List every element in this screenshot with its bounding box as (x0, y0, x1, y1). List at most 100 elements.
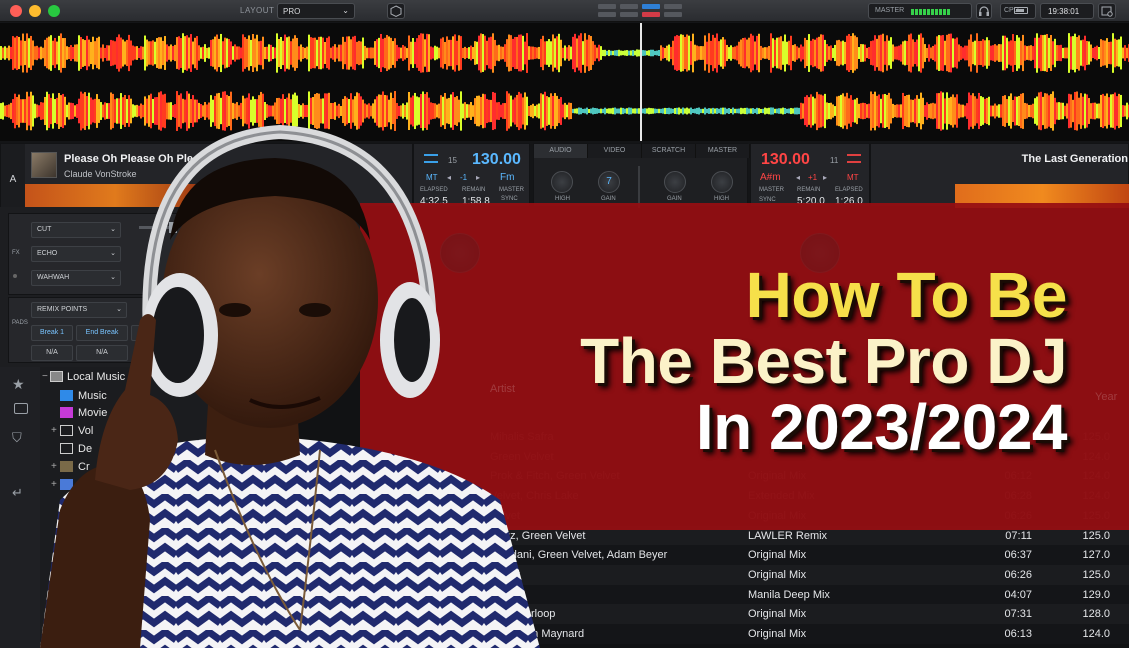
deck-b-mt[interactable]: MT (847, 173, 859, 182)
gain-knob-a[interactable]: 7 (598, 171, 620, 193)
waveform-sample (74, 105, 76, 117)
waveform-sample (616, 108, 618, 114)
waveform-sample (840, 94, 842, 128)
waveform-sample (322, 37, 324, 69)
deck-b-key[interactable]: A#m (760, 172, 781, 183)
layout-value: PRO (283, 7, 301, 16)
waveform-sample (694, 108, 696, 114)
waveform-sample (728, 108, 730, 114)
headphones-icon[interactable] (976, 3, 992, 19)
waveform-sample (396, 103, 398, 119)
waveform-sample (760, 45, 762, 61)
browser-col-year: Year (1095, 391, 1118, 403)
waveform-sample (244, 37, 246, 69)
table-row[interactable]: vetManila Deep Mix04:07129.0 (480, 584, 1129, 605)
waveform-sample (1062, 102, 1064, 120)
high-knob-b[interactable] (711, 171, 733, 193)
waveform-sample (102, 44, 104, 62)
waveform-sample (934, 103, 936, 119)
waveform-sample (574, 108, 576, 114)
waveform-sample (614, 50, 616, 56)
waveform-sample (730, 45, 732, 61)
waveform-sample (214, 36, 216, 70)
waveform-sample (894, 104, 896, 118)
waveform-sample (764, 47, 766, 59)
waveform-sample (0, 103, 2, 119)
waveform-sample (726, 44, 728, 62)
waveform-sample (824, 93, 826, 129)
waveform-sample (622, 50, 624, 56)
waveform-sample (610, 50, 612, 56)
waveform-sample (96, 37, 98, 69)
waveform-sample (1116, 39, 1118, 67)
table-row[interactable]: Giordani, Green Velvet, Adam Beyer Origin… (480, 545, 1129, 566)
waveform-sample (646, 108, 648, 114)
waveform-sample (114, 41, 116, 65)
waveform-sample (1086, 41, 1088, 65)
waveform-sample (758, 108, 760, 114)
waveform-sample (594, 108, 596, 114)
waveform-sample (330, 102, 332, 120)
mixer-tab-video[interactable]: VIDEO (588, 144, 642, 158)
waveform-sample (846, 35, 848, 71)
waveform-sample (182, 33, 184, 73)
waveform-sample (1050, 35, 1052, 71)
waveform-sample (490, 99, 492, 123)
playhead[interactable] (640, 23, 642, 141)
vu-segment (939, 9, 942, 15)
waveform-sample (758, 33, 760, 73)
waveform-sample (1004, 35, 1006, 71)
waveform-sample (604, 107, 606, 115)
deck-b-pitch-down[interactable]: ◂ (796, 173, 800, 182)
cube-icon[interactable] (387, 3, 405, 19)
table-row[interactable]: et, Mason Maynard Original Mix 06:13 124.0 (480, 624, 1129, 644)
zoom-window-button[interactable] (48, 5, 60, 17)
waveform-sample (682, 34, 684, 72)
mixer-tab-master[interactable]: MASTER (696, 144, 750, 158)
master-label[interactable]: MASTER (759, 187, 784, 193)
waveform-sample (166, 102, 168, 120)
waveform-sample (432, 103, 434, 119)
waveform-sample (52, 40, 54, 66)
waveform-sample (496, 45, 498, 61)
waveform-sample (736, 45, 738, 61)
view-switcher[interactable] (598, 3, 682, 19)
waveform-sample (312, 37, 314, 69)
mixer: AUDIO VIDEO SCRATCH MASTER 7 HIGH GAIN GAIN… (533, 143, 750, 208)
mixer-tab-scratch[interactable]: SCRATCH (642, 144, 696, 158)
waveform-sample (232, 46, 234, 60)
settings-icon[interactable] (1098, 3, 1116, 19)
table-row[interactable]: et, HyperloopOriginal Mix07:31128.0 (480, 604, 1129, 625)
waveform-sample (924, 105, 926, 117)
waveform-sample (782, 41, 784, 65)
waveform-sample (422, 33, 424, 73)
waveform-sample (862, 44, 864, 62)
deck-b-pitch-up[interactable]: ▸ (823, 173, 827, 182)
vu-segment (931, 9, 934, 15)
waveform-sample (372, 103, 374, 119)
waveform-sample (880, 98, 882, 124)
waveform-sample (802, 46, 804, 60)
waveform-sample (430, 46, 432, 60)
table-row[interactable]: VelvetOriginal Mix06:26125.0 (480, 564, 1129, 585)
gain-knob-b[interactable] (664, 171, 686, 193)
waveform-sample (800, 44, 802, 62)
waveform-sample (792, 45, 794, 61)
waveform-sample (668, 44, 670, 62)
app-titlebar: LAYOUT PRO ⌄ MASTER CPU 19:38:01 (0, 0, 1129, 22)
waveform-sample (530, 46, 532, 60)
waveform-sample (462, 47, 464, 59)
waveform-sample (494, 39, 496, 67)
layout-select[interactable]: PRO ⌄ (277, 3, 355, 19)
waveform-sample (1018, 95, 1020, 127)
waveform-sample (112, 40, 114, 66)
waveform-sample (1054, 97, 1056, 125)
waveform-sample (708, 108, 710, 114)
minimize-window-button[interactable] (29, 5, 41, 17)
waveform-sample (908, 34, 910, 72)
close-window-button[interactable] (10, 5, 22, 17)
waveform-sample (44, 39, 46, 67)
waveform-sample (746, 107, 748, 115)
waveform-sample (970, 34, 972, 72)
waveform-sample (890, 98, 892, 124)
